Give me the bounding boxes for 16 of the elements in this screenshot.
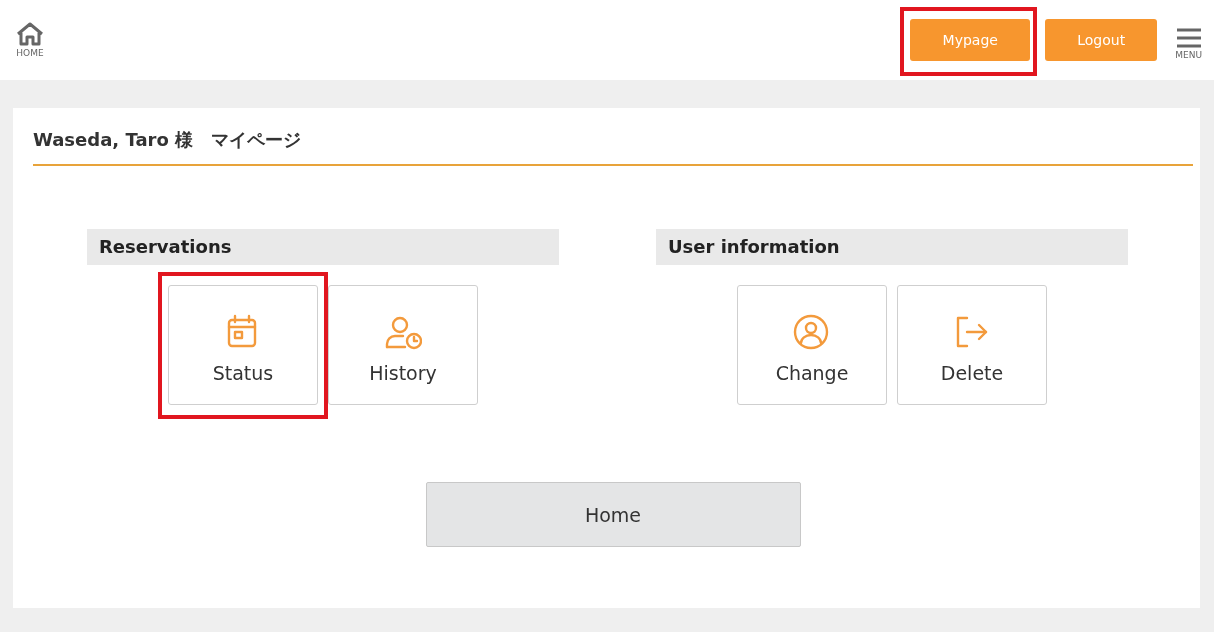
menu-label: MENU [1175,50,1202,60]
section-heading: Reservations [87,229,559,265]
page-title: Waseda, Taro 様 マイページ [33,128,1193,166]
user-circle-icon [793,314,831,352]
home-icon [15,22,45,46]
home-link[interactable]: HOME [12,22,48,58]
tile-button[interactable]: Status [168,285,318,405]
menu-button[interactable]: MENU [1175,28,1202,60]
tile-button[interactable]: Delete [897,285,1047,405]
menu-icon [1176,28,1201,48]
home-label: HOME [16,48,44,58]
tile-button[interactable]: Change [737,285,887,405]
person-clock-icon [384,314,422,352]
tile-button[interactable]: History [328,285,478,405]
home-button[interactable]: Home [425,482,801,547]
section-heading: User information [656,229,1128,265]
